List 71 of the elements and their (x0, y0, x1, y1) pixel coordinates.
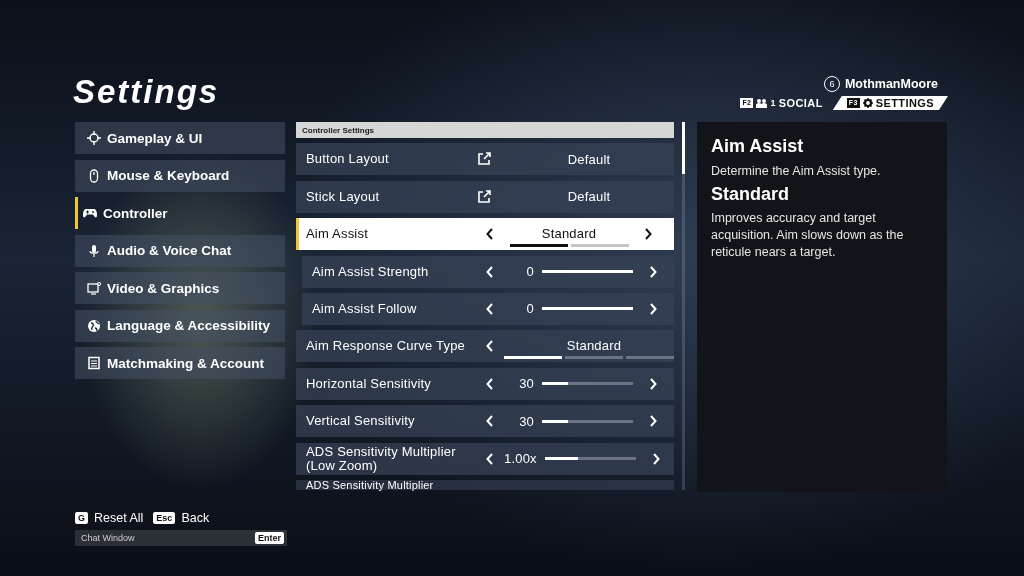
setting-row[interactable]: ADS Sensitivity Multiplier (Low Zoom) 1.00x (296, 442, 674, 475)
footer-action[interactable]: G Reset All (75, 511, 144, 525)
setting-row[interactable]: ADS Sensitivity Multiplier (296, 479, 674, 490)
page-title: Settings (73, 74, 220, 112)
setting-label: ADS Sensitivity Multiplier (Low Zoom) (306, 444, 457, 473)
setting-value: Default (567, 151, 611, 167)
slider-track[interactable] (542, 418, 633, 424)
section-header: Controller Settings (296, 122, 674, 138)
setting-row[interactable]: Aim Response Curve Type Standard (296, 330, 674, 363)
sidebar-item[interactable]: Gameplay & UI (75, 122, 285, 154)
sidebar-item[interactable]: Matchmaking & Account (75, 347, 285, 379)
setting-row[interactable]: Aim Assist Strength 0 (302, 255, 674, 288)
setting-label: Aim Assist (306, 227, 369, 242)
slider-reading: 30 (518, 413, 534, 429)
chat-field[interactable]: Chat Window Enter (75, 530, 287, 546)
scrollbar-thumb[interactable] (682, 122, 685, 174)
slider-track[interactable] (544, 456, 636, 461)
setting-row[interactable]: Horizontal Sensitivity 30 (296, 367, 674, 400)
globe-icon (87, 318, 101, 333)
setting-label: Button Layout (306, 152, 390, 167)
setting-row[interactable]: Aim Assist Follow 0 (302, 292, 674, 325)
sidebar-item-label: Controller (103, 205, 168, 221)
setting-row[interactable]: Aim Assist Standard (296, 218, 674, 251)
sidebar-item[interactable]: Mouse & Keyboard (75, 159, 285, 192)
slider-reading: 1.00x (504, 451, 537, 466)
sidebar-item[interactable]: Video & Graphics (75, 272, 285, 304)
setting-label: Horizontal Sensitivity (306, 376, 433, 391)
external-link-icon (477, 189, 491, 204)
microphone-icon (87, 243, 101, 258)
slider-track[interactable] (542, 381, 633, 387)
option-title: Standard (711, 184, 790, 205)
sidebar-item[interactable]: Language & Accessibility (75, 309, 285, 342)
mouse-icon (87, 168, 101, 183)
sidebar-item[interactable]: Audio & Voice Chat (75, 234, 285, 267)
gamepad-icon (83, 206, 97, 220)
scrollbar[interactable] (682, 122, 685, 490)
sidebar-item-label: Video & Graphics (107, 280, 220, 296)
sidebar-item-label: Audio & Voice Chat (107, 243, 232, 258)
monitor-icon (87, 281, 101, 295)
setting-label: Aim Assist Follow (312, 301, 418, 316)
setting-label: Vertical Sensitivity (306, 414, 416, 429)
setting-value: Default (567, 189, 611, 205)
description-title: Aim Assist (711, 136, 805, 157)
setting-row[interactable]: Button Layout Default (296, 143, 674, 176)
gear-icon (862, 98, 873, 108)
key-hint: Enter (255, 532, 284, 544)
people-icon (756, 98, 768, 108)
sidebar-item[interactable]: Controller (75, 197, 285, 229)
setting-value: Standard (541, 225, 597, 241)
crosshair-icon (87, 131, 101, 145)
external-link-icon (477, 152, 491, 167)
option-description: Improves accuracy and target acquisition. Aim slows down as the reticule nears a target. (711, 210, 905, 261)
setting-label: Stick Layout (306, 189, 381, 204)
setting-label: Aim Response Curve Type (306, 339, 466, 354)
sidebar-item-label: Language & Accessibility (107, 318, 271, 333)
setting-label: Aim Assist Strength (312, 264, 430, 279)
setting-row[interactable]: Stick Layout Default (296, 180, 674, 213)
slider-reading: 0 (525, 264, 534, 280)
list-icon (87, 356, 101, 370)
setting-label: ADS Sensitivity Multiplier (306, 479, 435, 490)
sidebar-item-label: Mouse & Keyboard (107, 168, 230, 183)
slider-reading: 0 (525, 301, 534, 317)
setting-value: Standard (566, 337, 622, 353)
sidebar-item-label: Matchmaking & Account (107, 355, 265, 371)
footer-action[interactable]: Esc Back (153, 511, 210, 525)
setting-row[interactable]: Vertical Sensitivity 30 (296, 405, 674, 438)
player-name: MothmanMoore (844, 77, 938, 91)
chat-input-field[interactable]: Chat Window (81, 533, 231, 543)
description-text: Determine the Aim Assist type. (711, 163, 882, 180)
sidebar-item-label: Gameplay & UI (107, 130, 203, 146)
slider-reading: 30 (518, 376, 534, 392)
